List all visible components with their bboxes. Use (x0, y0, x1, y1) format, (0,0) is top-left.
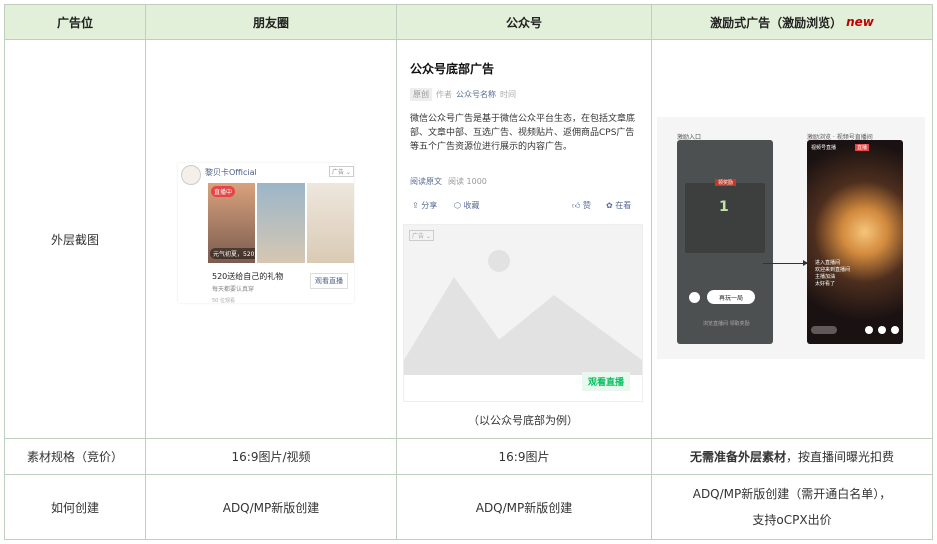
time-label: 时间 (500, 90, 516, 99)
share-button[interactable]: ⇪ 分享 (412, 200, 437, 211)
flower-icon: ✿ (606, 201, 616, 210)
header-incentive-label: 激励式广告（激励浏览） (710, 15, 843, 30)
spec-incentive: 无需准备外层素材 ，按直播间曝光扣费 (652, 439, 932, 474)
ad-photo (257, 183, 305, 263)
incentive-ad-preview: 激励入口 激励浏览 · 视频号直播间 领奖励 1 再玩一局 浏览直播间 领取奖励… (657, 117, 925, 359)
read-count: 阅读 1000 (448, 177, 487, 186)
ad-image-strip: 直播中 元气初夏，520直播开启 (208, 183, 354, 263)
image-placeholder-icon (404, 250, 642, 375)
author-label: 作者 (436, 90, 452, 99)
live-room-name: 视频号直播 (811, 145, 837, 151)
create-incentive-line1: ADQ/MP新版创建（需开通白名单）， (692, 487, 892, 501)
promo-text: 元气初夏，520直播开启 (210, 248, 256, 259)
row-label-create: 如何创建 (50, 500, 99, 515)
create-incentive-line2: 支持oCPX出价 (752, 513, 832, 527)
reward-number: 1 (719, 199, 729, 215)
home-icon[interactable] (689, 292, 700, 303)
like-button[interactable]: 👍︎ 赞 (572, 200, 591, 211)
live-action-bar (811, 326, 899, 334)
chat-line: 欢迎来到直播间 (815, 267, 851, 273)
incentive-footer: 浏览直播间 领取奖励 (703, 321, 750, 327)
gift-icon[interactable] (865, 326, 873, 334)
oa-caption: （以公众号底部为例） (468, 414, 578, 427)
create-official-account: ADQ/MP新版创建 (475, 500, 573, 515)
cube-icon: ⬡ (454, 201, 464, 210)
chat-line: 进入直播间 (815, 260, 841, 266)
watching-label: 在看 (615, 201, 632, 210)
watch-live-cta[interactable]: 观看直播 (582, 372, 631, 391)
header-ad-position: 广告位 (56, 15, 93, 30)
collect-label: 收藏 (463, 201, 480, 210)
header-official-account: 公众号 (505, 15, 542, 30)
spec-incentive-rest: ，按直播间曝光扣费 (786, 450, 895, 464)
account-name-link[interactable]: 公众号名称 (456, 89, 496, 100)
spec-incentive-bold: 无需准备外层素材 (689, 450, 786, 464)
modal-tag: 领奖励 (715, 179, 737, 186)
create-incentive: ADQ/MP新版创建（需开通白名单）， 支持oCPX出价 (652, 475, 932, 539)
reward-modal: 领奖励 1 (685, 179, 765, 253)
new-badge: new (846, 15, 874, 29)
moments-ad-preview: 黎贝卡Official 广告 ⌄ 直播中 元气初夏，520直播开启 520送给自… (178, 163, 354, 304)
read-original-link[interactable]: 阅读原文 (410, 177, 442, 186)
oa-read-row: 阅读原文 阅读 1000 (410, 176, 487, 187)
row-label-screenshot: 外层截图 (50, 232, 99, 247)
create-moments: ADQ/MP新版创建 (222, 500, 320, 515)
live-room-phone-screen: 视频号直播 直播 进入直播间 欢迎来到直播间 主播加油 太好看了 (807, 140, 903, 344)
watchers-count: 50 位观看 (212, 298, 235, 304)
ad-photo (306, 183, 354, 263)
thumb-icon: 👍︎ (572, 201, 583, 210)
ad-tag[interactable]: 广告 ⌄ (329, 166, 354, 177)
live-badge: 直播 (855, 144, 870, 151)
share-icon: ⇪ (412, 201, 422, 210)
oa-article-meta: 原创 作者 公众号名称 时间 (410, 88, 516, 101)
live-badge: 直播中 (211, 186, 236, 197)
header-moments: 朋友圈 (252, 15, 289, 30)
like-icon[interactable] (891, 326, 899, 334)
row-label-spec: 素材规格（竞价） (26, 450, 123, 464)
like-label: 赞 (582, 201, 591, 210)
arrow-icon (763, 260, 808, 266)
watch-live-button[interactable]: 观看直播 (310, 273, 348, 289)
collect-button[interactable]: ⬡ 收藏 (454, 200, 480, 211)
oa-article-title: 公众号底部广告 (410, 62, 495, 76)
gift-title: 520送给自己的礼物 (212, 272, 284, 281)
play-again-button[interactable]: 再玩一局 (707, 290, 755, 304)
spec-moments: 16:9图片/视频 (231, 450, 311, 464)
live-chat: 进入直播间 欢迎来到直播间 主播加油 太好看了 (815, 260, 850, 288)
account-name: 黎贝卡Official (205, 168, 257, 177)
chat-line: 太好看了 (815, 281, 836, 287)
share-label: 分享 (421, 201, 438, 210)
oa-bottom-ad[interactable]: 广告 ⌄ 观看直播 (403, 224, 643, 402)
spec-official-account: 16:9图片 (498, 450, 550, 464)
chat-line: 主播加油 (815, 274, 836, 280)
ad-photo: 直播中 元气初夏，520直播开启 (208, 183, 256, 263)
gift-subtitle: 每天都要认真穿 (212, 286, 255, 293)
game-phone-screen: 领奖励 1 再玩一局 浏览直播间 领取奖励 (677, 140, 773, 344)
share-icon[interactable] (878, 326, 886, 334)
oa-description: 微信公众号广告是基于微信公众平台生态，在包括文章底部、文章中部、互选广告、视频贴… (410, 114, 636, 152)
header-incentive: 激励式广告（激励浏览） new (652, 5, 932, 39)
watching-button[interactable]: ✿ 在看 (606, 200, 631, 211)
account-avatar (181, 165, 201, 185)
original-tag: 原创 (410, 88, 432, 101)
